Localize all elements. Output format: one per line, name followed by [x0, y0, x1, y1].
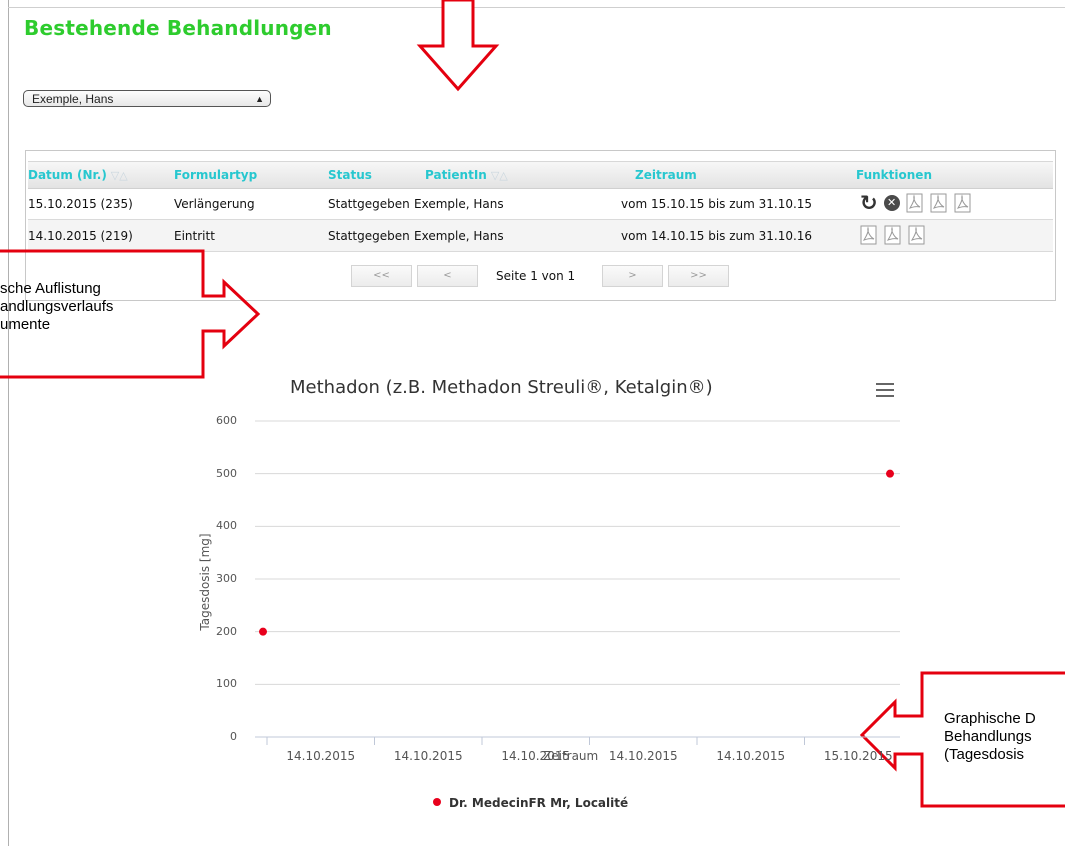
x-tick-label: 15.10.2015 — [823, 749, 893, 763]
chart-legend[interactable]: Dr. MedecinFR Mr, Localité — [433, 796, 628, 810]
y-tick-label: 0 — [230, 730, 237, 743]
x-tick-label: 14.10.2015 — [286, 749, 356, 763]
chart-plot — [255, 420, 900, 745]
y-tick-label: 600 — [216, 414, 237, 427]
y-tick-label: 500 — [216, 466, 237, 480]
x-tick-label: 14.10.2015 — [393, 749, 463, 763]
x-tick-label: 14.10.2015 — [608, 749, 678, 763]
legend-label: Dr. MedecinFR Mr, Localité — [449, 796, 629, 810]
data-point[interactable] — [259, 627, 267, 636]
y-tick-label: 100 — [216, 677, 237, 691]
x-axis-title: Zeitraum — [543, 749, 599, 763]
legend-marker — [433, 798, 441, 806]
y-axis-title: Tagesdosis [mg] — [198, 533, 212, 631]
data-point[interactable] — [886, 469, 894, 478]
x-tick-label: 14.10.2015 — [716, 749, 786, 763]
